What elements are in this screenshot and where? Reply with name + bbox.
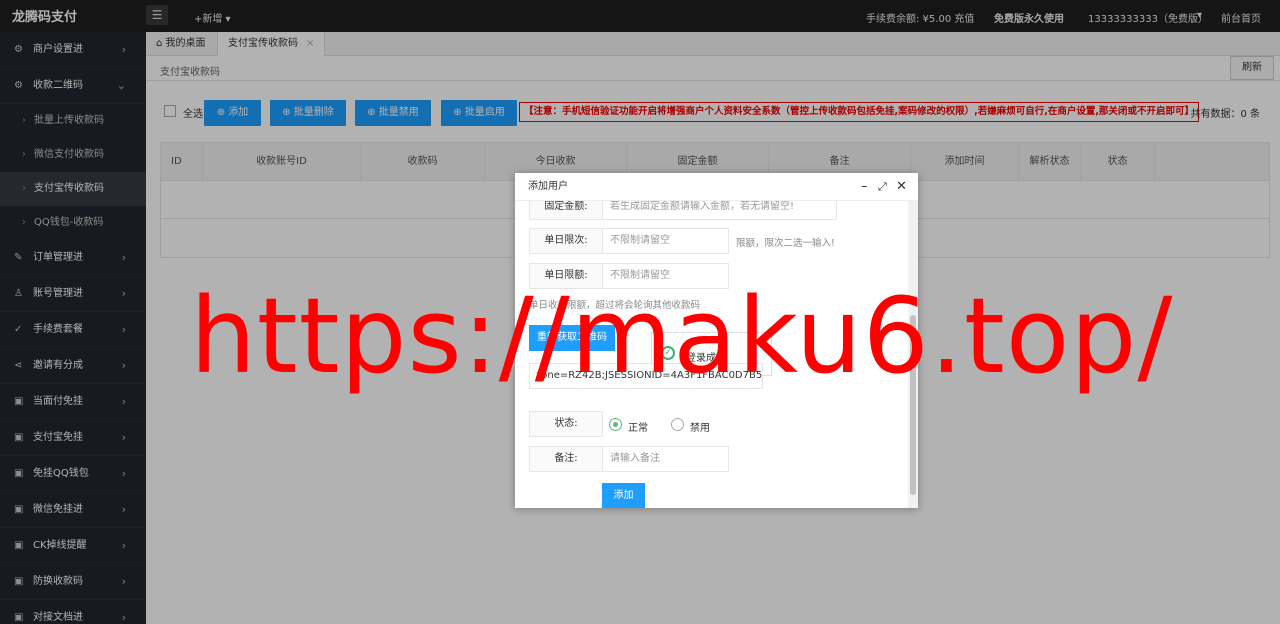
fixed-amount-input[interactable]: 若生成固定金额请输入金额，若无请留空! bbox=[602, 201, 837, 220]
status-disabled-label: 禁用 bbox=[690, 423, 710, 434]
dialog-title-bar: 添加用户 – ⤢ ✕ bbox=[515, 173, 918, 201]
remark-input[interactable]: 请输入备注 bbox=[602, 446, 729, 472]
dialog-title: 添加用户 bbox=[528, 181, 568, 192]
daily-count-hint: 限额，限次二选一输入! bbox=[736, 238, 835, 249]
fixed-amount-label: 固定金额: bbox=[529, 201, 603, 220]
minimize-icon[interactable]: – bbox=[861, 173, 868, 201]
remark-label: 备注: bbox=[529, 446, 603, 472]
daily-count-input[interactable]: 不限制请留空 bbox=[602, 228, 729, 254]
status-normal-label: 正常 bbox=[628, 423, 648, 434]
maximize-icon[interactable]: ⤢ bbox=[878, 173, 887, 201]
watermark-url: https://maku6.top/ bbox=[190, 275, 1174, 397]
status-label: 状态: bbox=[529, 411, 603, 437]
daily-count-label: 单日限次: bbox=[529, 228, 603, 254]
status-disabled-radio[interactable] bbox=[671, 418, 684, 431]
submit-add-button[interactable]: 添加 bbox=[602, 483, 645, 508]
status-normal-radio[interactable] bbox=[609, 418, 622, 431]
close-icon[interactable]: ✕ bbox=[896, 173, 907, 201]
